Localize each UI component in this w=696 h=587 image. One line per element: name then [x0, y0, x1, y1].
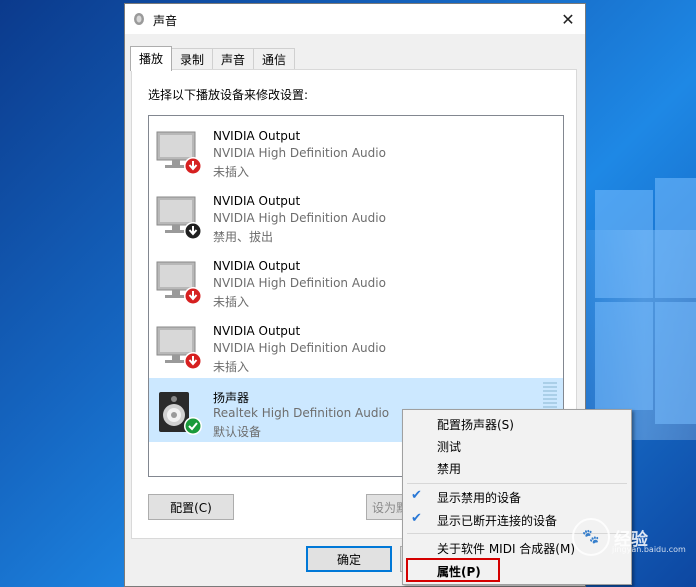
tab-recording[interactable]: 录制 — [171, 48, 214, 71]
monitor-icon — [156, 261, 202, 305]
check-icon: ✔ — [411, 488, 422, 503]
volume-level-meter — [543, 382, 557, 408]
tab-communications[interactable]: 通信 — [253, 48, 296, 71]
ok-button[interactable]: 确定 — [306, 546, 392, 572]
tab-sounds[interactable]: 声音 — [212, 48, 255, 71]
context-menu: 配置扬声器(S) 测试 禁用 ✔ 显示禁用的设备 ✔ 显示已断开连接的设备 关于… — [402, 409, 632, 585]
device-name: 扬声器 — [213, 391, 250, 405]
window-title: 声音 — [153, 14, 178, 28]
menu-item-show-disconnected[interactable]: 显示已断开连接的设备 — [437, 512, 557, 529]
speaker-icon — [159, 392, 202, 435]
menu-item-properties[interactable]: 属性(P) — [437, 563, 481, 580]
windows-logo-pane — [595, 302, 653, 410]
device-status: 禁用、拔出 — [213, 230, 274, 244]
watermark-url: jingyan.baidu.com — [612, 545, 686, 554]
menu-item-show-disabled[interactable]: 显示禁用的设备 — [437, 489, 521, 506]
title-bar[interactable]: 声音 ✕ — [125, 4, 585, 34]
device-driver: NVIDIA High Definition Audio — [213, 341, 386, 355]
device-status: 未插入 — [213, 295, 250, 309]
device-name: NVIDIA Output — [213, 194, 301, 208]
monitor-icon — [156, 131, 202, 175]
windows-logo-pane — [655, 178, 696, 298]
green-check-icon — [185, 418, 201, 434]
device-driver: NVIDIA High Definition Audio — [213, 146, 386, 160]
device-item[interactable]: NVIDIA Output NVIDIA High Definition Aud… — [149, 183, 563, 247]
device-driver: NVIDIA High Definition Audio — [213, 276, 386, 290]
instruction-text: 选择以下播放设备来修改设置: — [148, 88, 309, 102]
device-name: NVIDIA Output — [213, 259, 301, 273]
device-name: NVIDIA Output — [213, 324, 301, 338]
device-status: 未插入 — [213, 165, 250, 179]
close-icon: ✕ — [561, 9, 575, 29]
monitor-icon — [156, 326, 202, 370]
windows-logo-pane — [655, 302, 696, 424]
configure-button[interactable]: 配置(C) — [148, 494, 234, 520]
device-item[interactable]: NVIDIA Output NVIDIA High Definition Aud… — [149, 313, 563, 377]
device-item[interactable]: NVIDIA Output NVIDIA High Definition Aud… — [149, 118, 563, 182]
menu-item-configure-speakers[interactable]: 配置扬声器(S) — [437, 416, 514, 433]
device-status: 未插入 — [213, 360, 250, 374]
device-driver: Realtek High Definition Audio — [213, 406, 390, 420]
monitor-icon — [156, 196, 202, 240]
device-driver: NVIDIA High Definition Audio — [213, 211, 386, 225]
tab-playback[interactable]: 播放 — [130, 46, 173, 71]
device-item[interactable]: NVIDIA Output NVIDIA High Definition Aud… — [149, 248, 563, 312]
check-icon: ✔ — [411, 511, 422, 526]
device-name: NVIDIA Output — [213, 129, 301, 143]
baidu-paw-icon: 🐾 — [572, 518, 610, 556]
windows-logo-pane — [595, 190, 653, 298]
menu-item-test[interactable]: 测试 — [437, 438, 461, 455]
speaker-app-icon — [134, 13, 144, 25]
menu-item-disable[interactable]: 禁用 — [437, 460, 461, 477]
tab-strip: 播放 录制 声音 通信 — [130, 46, 296, 71]
menu-separator — [407, 483, 627, 484]
close-button[interactable]: ✕ — [551, 4, 585, 34]
menu-item-about-midi[interactable]: 关于软件 MIDI 合成器(M) — [437, 540, 575, 557]
device-status: 默认设备 — [213, 425, 262, 439]
